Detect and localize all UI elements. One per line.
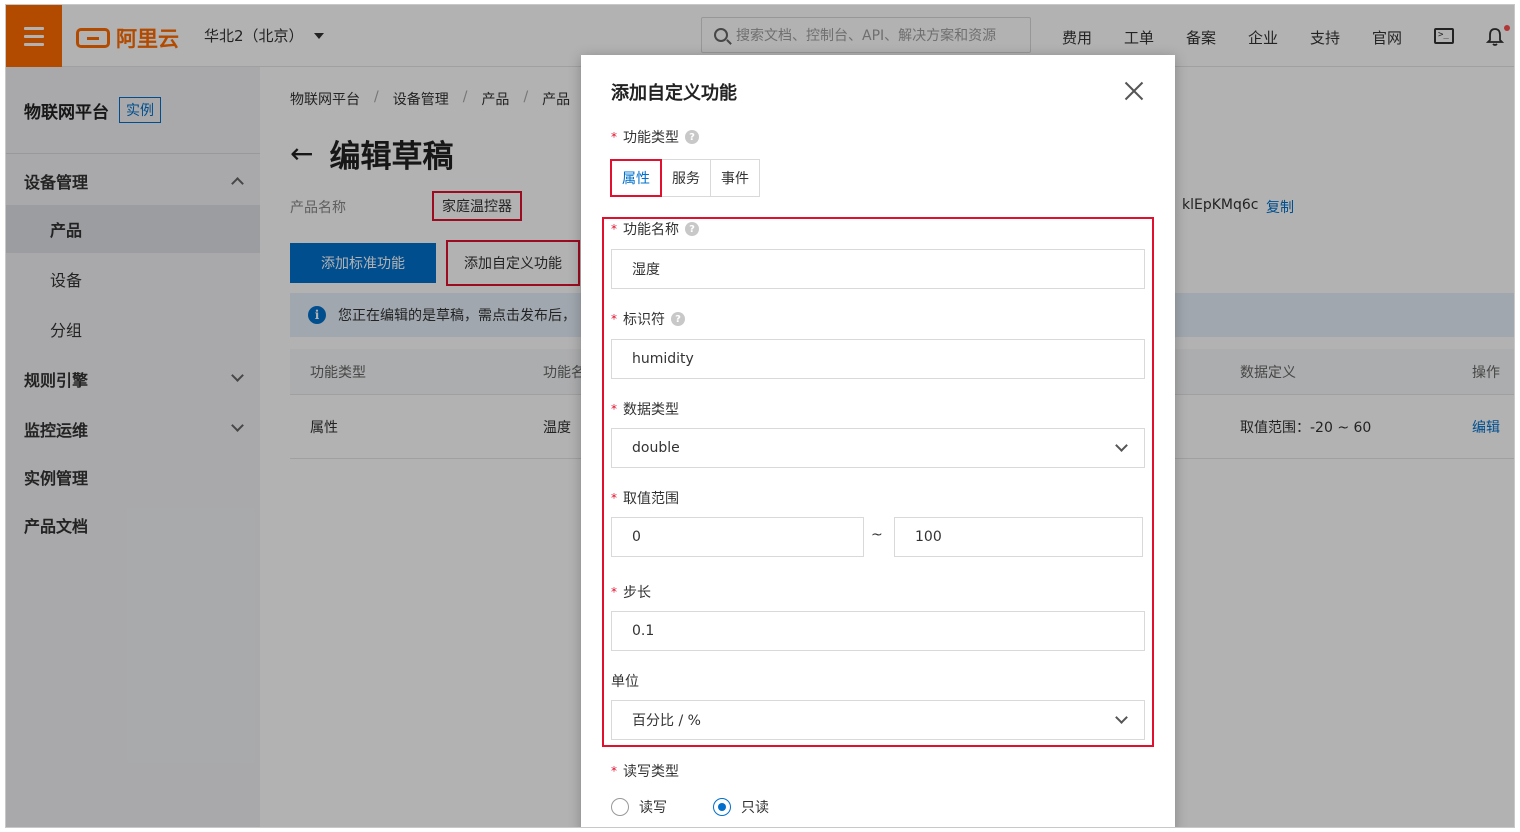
function-name-label: * 功能名称 ? [611,219,699,239]
help-icon[interactable]: ? [685,130,699,144]
unit-label: 单位 [611,671,639,691]
data-type-label: * 数据类型 [611,399,679,419]
range-max-value: 100 [915,529,942,545]
range-min-value: 0 [632,529,641,545]
app-window: 阿里云 华北2（北京） 搜索文档、控制台、API、解决方案和资源 费用 工单 备… [5,4,1515,828]
unit-select[interactable]: 百分比 / % [611,700,1145,740]
step-value: 0.1 [632,623,655,639]
function-name-input[interactable]: 湿度 [611,249,1145,289]
chevron-down-icon [1115,439,1128,452]
range-separator: ~ [871,527,883,543]
radio-read-write[interactable] [611,798,629,816]
required-marker: * [611,402,617,416]
function-type-selector: 属性 服务 事件 [610,159,760,197]
identifier-label: * 标识符 ? [611,309,685,329]
radio-read-only-label[interactable]: 只读 [741,797,769,817]
function-type-service[interactable]: 服务 [661,159,711,197]
function-type-event[interactable]: 事件 [710,159,760,197]
data-type-value: double [632,440,680,456]
help-icon[interactable]: ? [685,222,699,236]
function-name-label-text: 功能名称 [623,222,679,238]
add-custom-function-dialog: 添加自定义功能 * 功能类型 ? 属性 服务 事件 * 功能名称 ? 湿度 * … [581,55,1175,827]
rw-type-label-text: 读写类型 [623,764,679,780]
chevron-down-icon [1115,711,1128,724]
rw-type-radio-group: 读写 只读 [611,797,769,817]
step-label-text: 步长 [623,585,651,601]
data-type-select[interactable]: double [611,428,1145,468]
required-marker: * [611,491,617,505]
range-label: * 取值范围 [611,488,679,508]
range-label-text: 取值范围 [623,491,679,507]
radio-read-write-label[interactable]: 读写 [639,797,667,817]
identifier-label-text: 标识符 [623,312,665,328]
unit-label-text: 单位 [611,674,639,690]
function-name-value: 湿度 [632,262,660,278]
required-marker: * [611,585,617,599]
range-max-input[interactable]: 100 [894,517,1143,557]
data-type-label-text: 数据类型 [623,402,679,418]
close-icon[interactable] [1122,79,1146,103]
help-icon[interactable]: ? [671,312,685,326]
required-marker: * [611,764,617,778]
highlight-frame [602,217,1154,747]
radio-read-only[interactable] [713,798,731,816]
identifier-input[interactable]: humidity [611,339,1145,379]
step-input[interactable]: 0.1 [611,611,1145,651]
identifier-value: humidity [632,351,694,367]
rw-type-label: * 读写类型 [611,761,679,781]
dialog-title: 添加自定义功能 [611,83,737,104]
function-type-label-text: 功能类型 [623,130,679,146]
required-marker: * [611,222,617,236]
required-marker: * [611,312,617,326]
range-min-input[interactable]: 0 [611,517,864,557]
function-type-property[interactable]: 属性 [610,159,662,197]
step-label: * 步长 [611,582,651,602]
function-type-label: * 功能类型 ? [611,127,699,147]
required-marker: * [611,130,617,144]
unit-value: 百分比 / % [632,713,701,729]
